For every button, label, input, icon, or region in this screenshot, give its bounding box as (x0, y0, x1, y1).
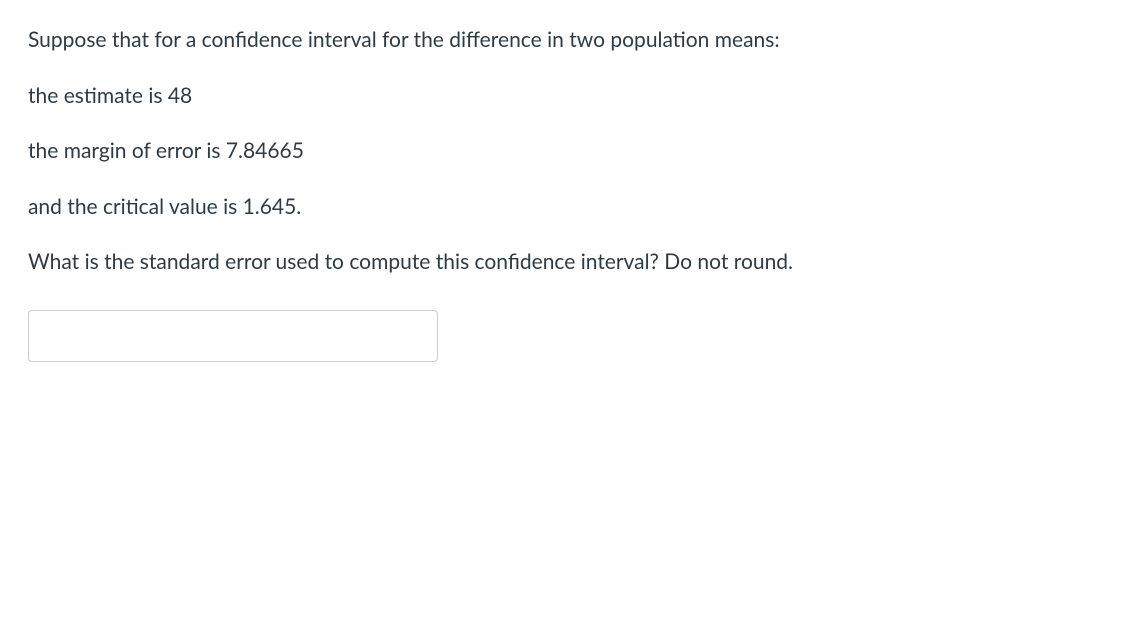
question-intro: Suppose that for a confidence interval f… (28, 24, 1106, 56)
question-block: Suppose that for a confidence interval f… (28, 24, 1106, 362)
critical-line: and the critical value is 1.645. (28, 191, 1106, 223)
question-prompt: What is the standard error used to compu… (28, 246, 1106, 278)
margin-line: the margin of error is 7.84665 (28, 135, 1106, 167)
estimate-line: the estimate is 48 (28, 80, 1106, 112)
answer-input[interactable] (28, 310, 438, 362)
